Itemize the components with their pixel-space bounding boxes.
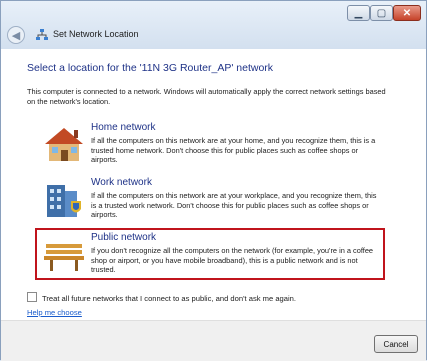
home-network-icon bbox=[45, 128, 83, 161]
home-network-description: If all the computers on this network are… bbox=[91, 136, 376, 165]
help-me-choose-link[interactable]: Help me choose bbox=[27, 308, 82, 317]
public-network-option[interactable]: Public network If you don't recognize al… bbox=[37, 232, 381, 278]
window-title: Set Network Location bbox=[53, 29, 139, 39]
minimize-button[interactable]: ▁ bbox=[347, 5, 370, 21]
intro-text: This computer is connected to a network.… bbox=[27, 87, 386, 106]
page-heading: Select a location for the '11N 3G Router… bbox=[27, 62, 274, 74]
work-network-option[interactable]: Work network If all the computers on thi… bbox=[37, 177, 381, 223]
content-area: Select a location for the '11N 3G Router… bbox=[1, 49, 426, 320]
home-network-title: Home network bbox=[91, 122, 156, 133]
dialog-footer: Cancel bbox=[1, 320, 426, 361]
cancel-button[interactable]: Cancel bbox=[374, 335, 418, 353]
work-network-title: Work network bbox=[91, 177, 152, 188]
minimize-icon: ▁ bbox=[354, 7, 363, 19]
network-icon bbox=[36, 29, 48, 40]
maximize-icon: ▢ bbox=[376, 7, 387, 19]
treat-future-public-label: Treat all future networks that I connect… bbox=[42, 294, 297, 303]
work-network-icon bbox=[47, 185, 81, 217]
back-button[interactable]: ◀ bbox=[7, 26, 25, 44]
maximize-button[interactable]: ▢ bbox=[370, 5, 393, 21]
set-network-location-window: ▁ ▢ ✕ ◀ Set Network Location Select a lo… bbox=[0, 0, 427, 361]
close-button[interactable]: ✕ bbox=[393, 5, 421, 21]
close-icon: ✕ bbox=[402, 7, 412, 19]
public-network-title: Public network bbox=[91, 232, 157, 243]
treat-future-public-row[interactable]: Treat all future networks that I connect… bbox=[27, 292, 296, 303]
title-bar: ▁ ▢ ✕ ◀ Set Network Location bbox=[1, 1, 426, 49]
treat-future-public-checkbox[interactable] bbox=[27, 292, 37, 302]
back-arrow-icon: ◀ bbox=[11, 29, 21, 42]
home-network-option[interactable]: Home network If all the computers on thi… bbox=[37, 122, 381, 168]
work-network-description: If all the computers on this network are… bbox=[91, 191, 377, 220]
public-network-icon bbox=[44, 244, 84, 271]
public-network-description: If you don't recognize all the computers… bbox=[91, 246, 374, 275]
